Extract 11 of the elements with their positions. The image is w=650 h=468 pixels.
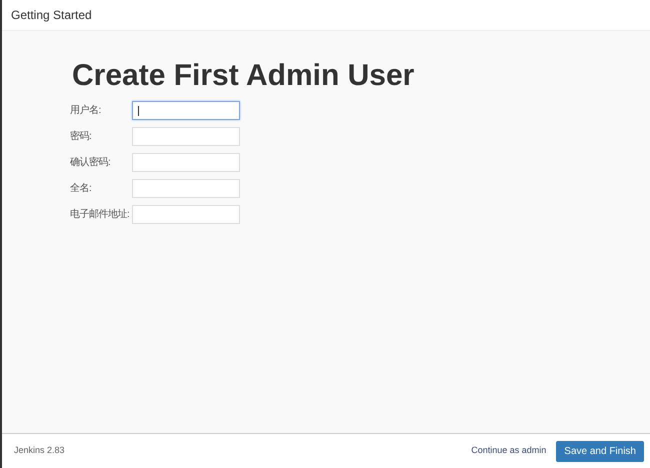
version-text: Jenkins 2.83 [14,444,65,458]
continue-link[interactable]: Continue as admin [471,444,546,458]
field-label: 密码: [70,130,92,144]
input-field[interactable] [132,101,240,120]
page-title: Create First Admin User [72,58,416,94]
field-label: 电子邮件地址: [70,208,130,222]
field-label: 确认密码: [70,156,112,170]
field-label: 用户名: [70,104,102,118]
save-button[interactable]: Save and Finish [556,440,644,462]
header-title: Getting Started [11,7,92,24]
field-label: 全名: [70,182,92,196]
